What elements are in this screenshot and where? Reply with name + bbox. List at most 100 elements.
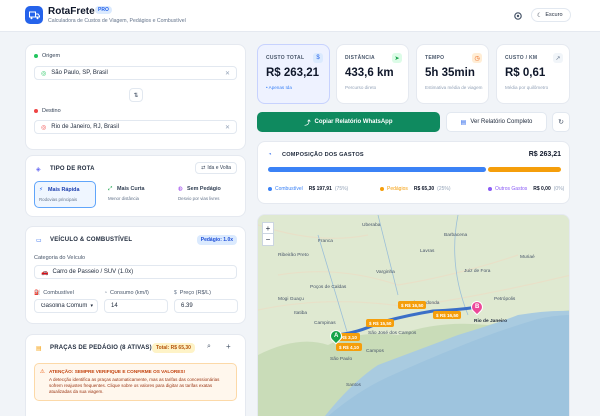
- gear-icon[interactable]: [512, 10, 524, 22]
- destination-marker-label: B: [474, 304, 480, 310]
- search-icon[interactable]: ⌕: [207, 343, 211, 351]
- stat-title: CUSTO / KM: [505, 55, 538, 61]
- route-map[interactable]: + − Ribeirão Preto Franca Uberaba Poços …: [257, 214, 570, 416]
- fuel-select[interactable]: Gasolina Comum ▾: [34, 299, 98, 313]
- composition-segment: [268, 167, 487, 172]
- vehicle-category-select[interactable]: 🚗 Carro de Passeio / SUV (1.0x): [34, 265, 237, 279]
- clear-destination-icon[interactable]: ✕: [225, 124, 230, 131]
- toll-price-label: $ R$ 15,50: [369, 320, 392, 326]
- place-label: Santos: [346, 383, 361, 388]
- composition-segment: [488, 167, 561, 172]
- brand-name: RotaFrete: [48, 6, 95, 17]
- consumption-input[interactable]: 14: [104, 299, 168, 313]
- toll-price-tag[interactable]: $ R$ 16,50: [433, 311, 462, 319]
- copy-whatsapp-button[interactable]: ⤴ Copiar Relatório WhatsApp: [257, 112, 440, 132]
- category-label: Categoria do Veículo: [34, 255, 86, 261]
- bolt-icon: ⚡: [39, 187, 43, 193]
- moon-icon: ☾: [537, 12, 543, 19]
- origin-dot-icon: [34, 54, 38, 58]
- place-label: Campos: [366, 349, 384, 354]
- clear-origin-icon[interactable]: ✕: [225, 70, 230, 77]
- stat-sub: Percurso direto: [345, 85, 377, 90]
- stat-distance: DISTÂNCIA ➤ 433,6 km Percurso direto: [336, 44, 409, 104]
- shield-icon: ◍: [178, 186, 183, 192]
- full-report-button[interactable]: ▤ Ver Relatório Completo: [446, 112, 547, 132]
- destination-label: Destino: [42, 108, 61, 114]
- pin-icon: ◎: [41, 70, 47, 77]
- legend-value: R$ 0,00: [533, 186, 551, 192]
- map-labels: Ribeirão Preto Franca Uberaba Poços de C…: [258, 215, 569, 416]
- tolls-title: PRAÇAS DE PEDÁGIO (8 ATIVAS): [50, 345, 152, 351]
- route-type-card: ◈ TIPO DE ROTA ⇄ Ida e Volta ⚡ Mais Rápid…: [25, 155, 246, 217]
- pie-icon: ◔: [268, 152, 272, 158]
- origin-label: Origem: [42, 53, 61, 59]
- legend-percent: (0%): [553, 186, 565, 192]
- route-option-label: Mais Curta: [117, 186, 145, 192]
- composition-title: COMPOSIÇÃO DOS GASTOS: [282, 152, 364, 158]
- stat-value: 5h 35min: [425, 67, 475, 79]
- clock-icon: ◷: [472, 53, 482, 63]
- route-option-fastest[interactable]: ⚡ Mais Rápida Rodovias principais: [34, 181, 96, 208]
- toll-warning-box: ⚠ ATENÇÃO: SEMPRE VERIFIQUE E CONFIRME O…: [34, 363, 237, 401]
- composition-legend: Combustível R$ 197,91 (75%) Pedágios R$ 65,3…: [268, 186, 564, 194]
- legend-percent: (75%): [334, 186, 349, 192]
- composition-legend-item: Pedágios R$ 65,30 (25%): [380, 186, 451, 192]
- stat-value: R$ 263,21: [266, 67, 320, 79]
- place-label: Varginha: [376, 270, 395, 275]
- add-toll-icon[interactable]: +: [226, 342, 231, 351]
- place-label: Barbacena: [444, 233, 468, 238]
- place-label: Muriaé: [520, 255, 535, 260]
- toll-price-tag[interactable]: $ R$ 4,10: [336, 343, 362, 351]
- place-label: Ribeirão Preto: [278, 253, 309, 258]
- theme-toggle-button[interactable]: ☾ Escuro: [531, 8, 571, 22]
- stat-total-cost: CUSTO TOTAL $ R$ 263,21 • Apenas Ida: [257, 44, 330, 104]
- toll-multiplier-badge: Pedágio: 1.0x: [196, 235, 237, 245]
- document-icon: ▤: [460, 119, 467, 126]
- destination-dot-icon: [34, 109, 38, 113]
- refresh-button[interactable]: ↻: [552, 112, 570, 132]
- dollar-icon: $: [313, 53, 323, 63]
- copy-whatsapp-label: Copiar Relatório WhatsApp: [314, 119, 393, 125]
- legend-dot-icon: [380, 187, 384, 191]
- stat-sub: Média por quilômetro: [505, 85, 549, 90]
- route-option-sub: Rodovias principais: [39, 197, 78, 202]
- toll-price-tag[interactable]: $ R$ 15,50: [366, 319, 395, 327]
- warning-title: ATENÇÃO: SEMPRE VERIFIQUE E CONFIRME OS …: [49, 369, 186, 374]
- chevron-down-icon: ▾: [90, 303, 93, 309]
- share-icon: ⤴: [304, 120, 311, 127]
- destination-input[interactable]: ◎ Rio de Janeiro, RJ, Brasil ✕: [34, 120, 237, 134]
- stat-time: TEMPO ◷ 5h 35min Estimativa média de via…: [416, 44, 489, 104]
- route-type-title: TIPO DE ROTA: [50, 166, 95, 172]
- warning-icon: ⚠: [40, 369, 45, 375]
- place-label: Campinas: [314, 321, 336, 326]
- stat-value: 433,6 km: [345, 67, 394, 79]
- origin-input[interactable]: ◎ São Paulo, SP, Brasil ✕: [34, 66, 237, 80]
- route-option-shortest[interactable]: ⤢ Mais Curta Menor distância: [104, 181, 166, 208]
- toll-price-tag[interactable]: $ R$ 16,50: [398, 301, 427, 309]
- route-option-no-toll[interactable]: ◍ Sem Pedágio Desvio por vias livres: [174, 181, 238, 208]
- stat-title: TEMPO: [425, 55, 445, 61]
- pin-icon: ◎: [41, 124, 47, 131]
- stat-title: DISTÂNCIA: [345, 55, 375, 61]
- place-label: Juiz de Fora: [464, 269, 491, 274]
- destination-value: Rio de Janeiro, RJ, Brasil: [51, 124, 119, 130]
- place-label: Mogi Guaçu: [278, 297, 304, 302]
- fuel-price-input[interactable]: 6.39: [174, 299, 238, 313]
- stat-sub: • Apenas Ida: [266, 85, 292, 90]
- pro-badge: PRO: [95, 6, 112, 14]
- roundtrip-button[interactable]: ⇄ Ida e Volta: [195, 162, 237, 174]
- legend-value: R$ 65,30: [413, 186, 435, 192]
- place-label: São Paulo: [330, 357, 353, 362]
- route-option-label: Mais Rápida: [48, 187, 80, 193]
- roundtrip-label: Ida e Volta: [207, 165, 231, 171]
- route-option-sub: Desvio por vias livres: [178, 196, 220, 201]
- navigation-icon: ➤: [392, 53, 402, 63]
- route-option-sub: Menor distância: [108, 196, 139, 201]
- composition-card: ◔ COMPOSIÇÃO DOS GASTOS R$ 263,21 Combus…: [257, 141, 570, 204]
- place-label: Franca: [318, 239, 333, 244]
- swap-button[interactable]: ⇅: [129, 88, 143, 102]
- consumption-value: 14: [111, 303, 118, 309]
- origin-value: São Paulo, SP, Brasil: [51, 70, 108, 76]
- toll-price-label: $ R$ 4,10: [339, 344, 359, 350]
- warning-text: A detecção identifica as praças automati…: [49, 377, 220, 394]
